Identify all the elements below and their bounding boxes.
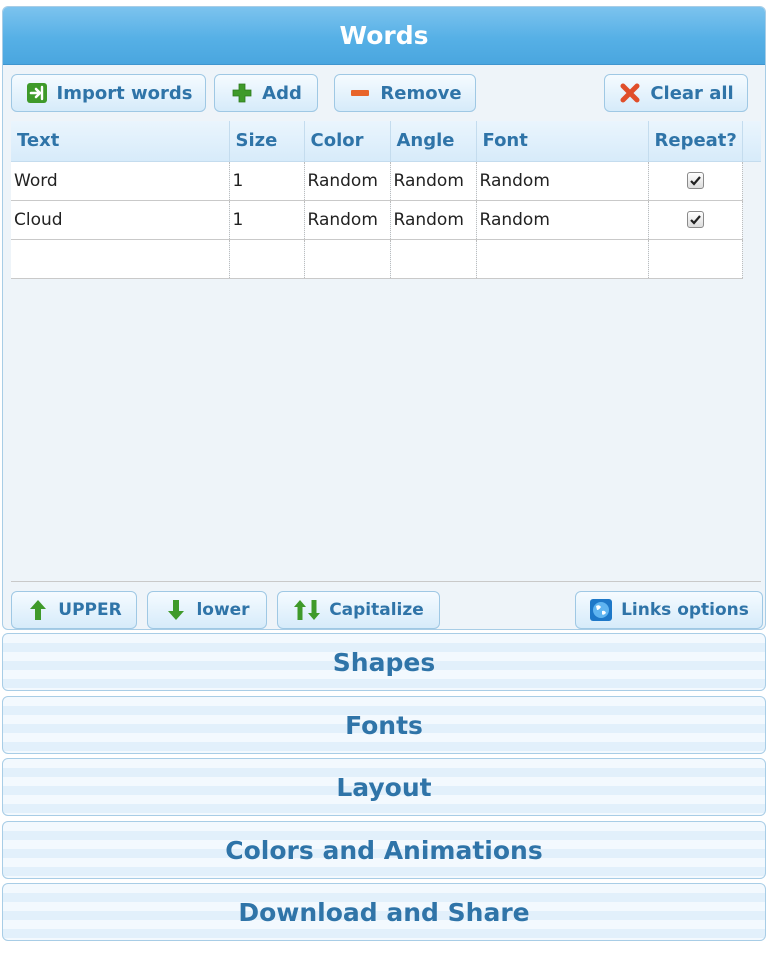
cell-size[interactable]: 1 <box>229 161 305 201</box>
cell-angle[interactable]: Random <box>390 200 477 240</box>
globe-icon <box>589 598 613 622</box>
plus-icon <box>230 81 254 105</box>
table-header-row: Text Size Color Angle Font Repeat? <box>11 121 761 162</box>
x-icon <box>618 81 642 105</box>
row-scroll-spacer <box>742 161 761 200</box>
cell-size[interactable]: 1 <box>229 200 305 240</box>
arrows-up-down-icon <box>293 598 321 622</box>
words-panel: Words Import words Add Remove Clear all <box>2 6 766 630</box>
section-shapes[interactable]: Shapes <box>2 633 766 691</box>
links-options-label: Links options <box>621 600 749 620</box>
cell-font[interactable] <box>476 239 649 279</box>
row-scroll-spacer <box>742 200 761 239</box>
add-button[interactable]: Add <box>214 74 318 112</box>
import-words-button[interactable]: Import words <box>11 74 206 112</box>
cell-size[interactable] <box>229 239 305 279</box>
cell-angle[interactable] <box>390 239 477 279</box>
lowercase-button[interactable]: lower <box>147 591 267 629</box>
cell-font[interactable]: Random <box>476 200 649 240</box>
capitalize-button[interactable]: Capitalize <box>277 591 440 629</box>
column-header-size[interactable]: Size <box>229 121 305 162</box>
lowercase-label: lower <box>196 600 250 620</box>
arrow-down-icon <box>164 598 188 622</box>
row-scroll-spacer <box>742 239 761 278</box>
column-header-text[interactable]: Text <box>11 121 230 162</box>
import-words-label: Import words <box>56 82 193 104</box>
column-header-font[interactable]: Font <box>476 121 649 162</box>
words-panel-header[interactable]: Words <box>3 7 765 65</box>
minus-icon <box>348 81 372 105</box>
table-row[interactable]: Cloud 1 Random Random Random <box>11 200 761 240</box>
repeat-checkbox[interactable] <box>686 172 704 189</box>
remove-button[interactable]: Remove <box>334 74 476 112</box>
cell-repeat <box>648 161 743 201</box>
add-label: Add <box>262 82 302 104</box>
table-row-empty[interactable] <box>11 239 761 279</box>
section-download-share[interactable]: Download and Share <box>2 883 766 941</box>
column-header-repeat[interactable]: Repeat? <box>648 121 743 162</box>
table-row[interactable]: Word 1 Random Random Random <box>11 161 761 201</box>
cell-text[interactable]: Word <box>11 161 230 201</box>
section-colors-animations[interactable]: Colors and Animations <box>2 821 766 879</box>
words-table: Text Size Color Angle Font Repeat? Word … <box>11 121 761 281</box>
cell-repeat[interactable] <box>648 239 743 279</box>
cell-color[interactable]: Random <box>304 161 391 201</box>
uppercase-label: UPPER <box>58 600 122 620</box>
capitalize-label: Capitalize <box>329 600 424 620</box>
cell-color[interactable]: Random <box>304 200 391 240</box>
section-fonts[interactable]: Fonts <box>2 696 766 754</box>
section-layout[interactable]: Layout <box>2 758 766 816</box>
header-scroll-spacer <box>742 121 761 162</box>
cell-text[interactable]: Cloud <box>11 200 230 240</box>
import-icon <box>25 81 49 105</box>
column-header-angle[interactable]: Angle <box>390 121 477 162</box>
clear-all-label: Clear all <box>650 82 734 104</box>
column-header-color[interactable]: Color <box>304 121 391 162</box>
uppercase-button[interactable]: UPPER <box>11 591 137 629</box>
clear-all-button[interactable]: Clear all <box>604 74 748 112</box>
cell-repeat <box>648 200 743 240</box>
cell-color[interactable] <box>304 239 391 279</box>
remove-label: Remove <box>380 82 462 104</box>
repeat-checkbox[interactable] <box>686 211 704 228</box>
cell-text[interactable] <box>11 239 230 279</box>
cell-angle[interactable]: Random <box>390 161 477 201</box>
bottom-divider <box>11 581 761 582</box>
links-options-button[interactable]: Links options <box>575 591 763 629</box>
arrow-up-icon <box>26 598 50 622</box>
cell-font[interactable]: Random <box>476 161 649 201</box>
